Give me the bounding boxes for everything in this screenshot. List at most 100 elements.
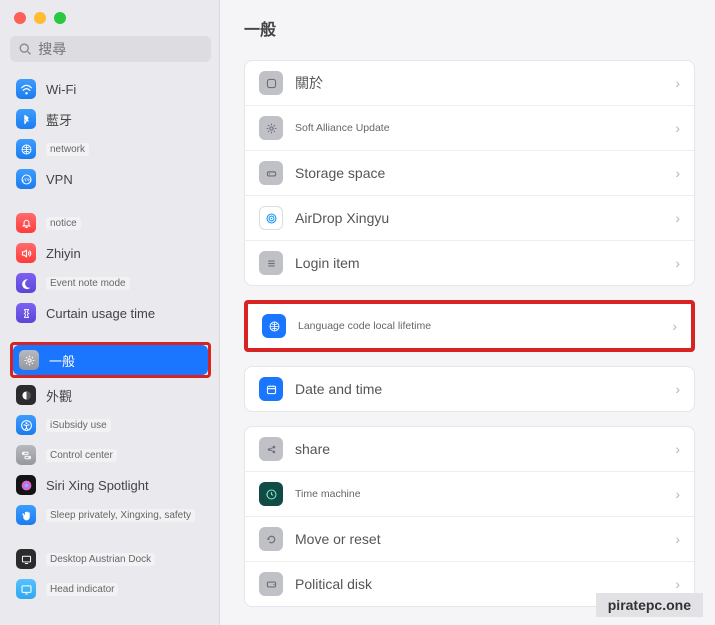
settings-card: 關於›Soft Alliance Update›Storage space›Ai… [244,60,695,286]
vpn-icon: VPN [16,169,36,189]
row-label: share [295,441,663,457]
chevron-right-icon: › [675,210,680,226]
sidebar-item-event-note-mode[interactable]: Event note mode [10,268,211,298]
chevron-right-icon: › [675,576,680,592]
share-icon [259,437,283,461]
page-title: 一般 [244,16,695,40]
sidebar-item-notice[interactable]: notice [10,208,211,238]
settings-card: Date and time› [244,366,695,412]
sidebar-item-zhiyin[interactable]: Zhiyin [10,238,211,268]
globe-icon [16,139,36,159]
chevron-right-icon: › [675,75,680,91]
minimize-icon[interactable] [34,12,46,24]
sidebar-item-label: Head indicator [46,583,118,596]
appearance-icon [16,385,36,405]
row-label: AirDrop Xingyu [295,210,663,226]
wifi-icon [16,79,36,99]
sidebar-item-label: Siri Xing Spotlight [46,478,149,493]
storage-icon [259,161,283,185]
row-label: Login item [295,255,663,271]
row-label: 關於 [295,73,663,93]
search-input[interactable] [38,41,203,57]
sidebar-item-label: notice [46,217,81,230]
settings-sections: 關於›Soft Alliance Update›Storage space›Ai… [244,60,695,607]
fullscreen-icon[interactable] [54,12,66,24]
sidebar-item-head-indicator[interactable]: Head indicator [10,574,211,604]
sidebar-item-sleep-privately-xingxing-safety[interactable]: Sleep privately, Xingxing, safety [10,500,211,530]
settings-row-soft-alliance-update[interactable]: Soft Alliance Update› [245,105,694,150]
sidebar-item-network[interactable]: network [10,134,211,164]
settings-row-storage-space[interactable]: Storage space› [245,150,694,195]
row-label: Political disk [295,576,663,592]
chevron-right-icon: › [675,120,680,136]
chevron-right-icon: › [672,318,677,334]
sidebar-item-label: Event note mode [46,277,130,290]
reset-icon [259,527,283,551]
display-icon [16,579,36,599]
sidebar-groups: Wi-Fi 藍牙 network VPN VPN notice Zhiyin Event no… [10,74,211,604]
settings-row-login-item[interactable]: Login item › [245,240,694,285]
switches-icon [16,445,36,465]
hourglass-icon [16,303,36,323]
chevron-right-icon: › [675,486,680,502]
sidebar-item-label: Desktop Austrian Dock [46,553,155,566]
close-icon[interactable] [14,12,26,24]
sidebar-item-label: Control center [46,449,117,462]
settings-row--[interactable]: 關於 › [245,61,694,105]
settings-row-language-code-local-lifetime[interactable]: Language code local lifetime › [248,304,691,348]
sidebar-item-label: Curtain usage time [46,306,155,321]
sidebar-item-control-center[interactable]: Control center [10,440,211,470]
watermark: piratepc.one [596,593,703,617]
settings-card: share›Time machine›Move or reset›Politic… [244,426,695,607]
window-controls [10,10,211,36]
globe-icon [262,314,286,338]
disk-icon [259,572,283,596]
sidebar-item-label: Wi-Fi [46,82,76,97]
hand-icon [16,505,36,525]
airdrop-icon [259,206,283,230]
sidebar-item-label: VPN [46,172,73,187]
sidebar-item--[interactable]: 一般 [13,345,208,375]
calendar-icon [259,377,283,401]
chevron-right-icon: › [675,441,680,457]
settings-row-move-or-reset[interactable]: Move or reset› [245,516,694,561]
svg-text:VPN: VPN [21,177,31,183]
settings-row-airdrop-xingyu[interactable]: AirDrop Xingyu › [245,195,694,240]
bell-icon [16,213,36,233]
search-icon [18,41,32,57]
row-label: Move or reset [295,531,663,547]
sidebar-item--[interactable]: 外觀 [10,380,211,410]
settings-row-time-machine[interactable]: Time machine› [245,471,694,516]
gear-icon [19,350,39,370]
accessibility-icon [16,415,36,435]
moon-icon [16,273,36,293]
sidebar-item--[interactable]: 藍牙 [10,104,211,134]
main-pane: 一般 關於›Soft Alliance Update›Storage space… [220,0,715,625]
sidebar-item-vpn[interactable]: VPN VPN [10,164,211,194]
settings-row-date-and-time[interactable]: Date and time› [245,367,694,411]
row-label: Date and time [295,381,663,397]
row-label: Language code local lifetime [298,320,660,332]
sidebar-item-wi-fi[interactable]: Wi-Fi [10,74,211,104]
siri-icon [16,475,36,495]
sidebar-item-label: Zhiyin [46,246,81,261]
sidebar-item-desktop-austrian-dock[interactable]: Desktop Austrian Dock [10,544,211,574]
sidebar-item-label: 一般 [49,351,75,370]
search-field[interactable] [10,36,211,62]
list-icon [259,251,283,275]
settings-card: Language code local lifetime › [248,304,691,348]
desktop-icon [16,549,36,569]
gear-icon [259,116,283,140]
sidebar-item-curtain-usage-time[interactable]: Curtain usage time [10,298,211,328]
row-label: Storage space [295,165,663,181]
settings-row-share[interactable]: share › [245,427,694,471]
info-icon [259,71,283,95]
sound-icon [16,243,36,263]
sidebar: Wi-Fi 藍牙 network VPN VPN notice Zhiyin Event no… [0,0,220,625]
timemachine-icon [259,482,283,506]
chevron-right-icon: › [675,255,680,271]
bluetooth-icon [16,109,36,129]
sidebar-item-isubsidy-use[interactable]: iSubsidy use [10,410,211,440]
sidebar-item-label: network [46,143,89,156]
sidebar-item-siri-xing-spotlight[interactable]: Siri Xing Spotlight [10,470,211,500]
